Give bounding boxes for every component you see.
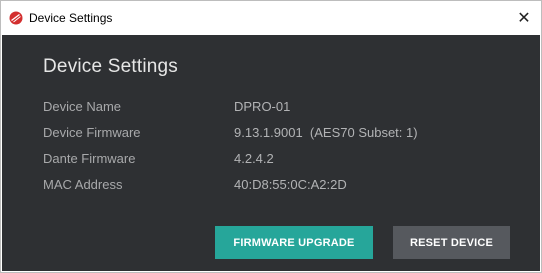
app-icon (9, 11, 23, 25)
device-name-label: Device Name (43, 99, 122, 114)
firmware-upgrade-button[interactable]: FIRMWARE UPGRADE (215, 226, 373, 259)
dialog-heading: Device Settings (43, 56, 179, 77)
dante-firmware-label: Dante Firmware (43, 151, 136, 166)
mac-address-label: MAC Address (43, 177, 123, 192)
reset-device-button[interactable]: RESET DEVICE (393, 226, 510, 259)
title-bar: Device Settings ✕ (1, 1, 541, 35)
device-name-value: DPRO-01 (234, 99, 291, 114)
device-firmware-value: 9.13.1.9001 (AES70 Subset: 1) (234, 125, 418, 140)
device-firmware-label: Device Firmware (43, 125, 141, 140)
device-settings-window: Device Settings ✕ Device Settings Device… (0, 0, 542, 273)
window-title: Device Settings (29, 11, 113, 25)
close-button[interactable]: ✕ (507, 1, 541, 35)
dante-firmware-value: 4.2.4.2 (234, 151, 274, 166)
mac-address-value: 40:D8:55:0C:A2:2D (234, 177, 347, 192)
dialog-panel: Device Settings Device Name DPRO-01 Devi… (2, 35, 540, 271)
close-icon: ✕ (517, 10, 531, 27)
